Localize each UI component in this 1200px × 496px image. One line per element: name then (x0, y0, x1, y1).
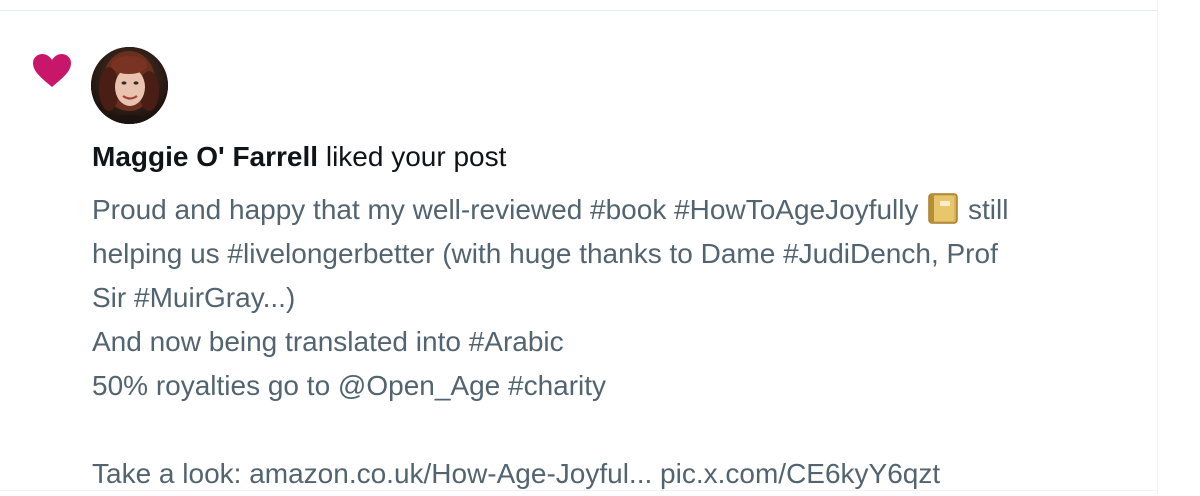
action-text: liked your post (318, 141, 507, 172)
post-line-3: Sir #MuirGray...) (92, 282, 296, 313)
user-name-link[interactable]: Maggie O' Farrell (92, 141, 318, 172)
avatar[interactable] (91, 47, 168, 124)
bottom-divider (0, 490, 1158, 491)
post-line-1-start: Proud and happy that my well-reviewed #b… (92, 194, 927, 225)
post-line-2: helping us #livelongerbetter (with huge … (92, 238, 998, 269)
post-text[interactable]: Proud and happy that my well-reviewed #b… (92, 188, 1152, 496)
avatar-photo (91, 47, 168, 124)
notifications-panel: Maggie O' Farrell liked your post Proud … (0, 0, 1158, 494)
post-blank-line (92, 408, 1152, 452)
post-line-1-end: still (960, 194, 1009, 225)
post-line-1: Proud and happy that my well-reviewed #b… (92, 188, 1152, 232)
post-line-4: And now being translated into #Arabic (92, 326, 564, 357)
heart-icon (33, 54, 71, 87)
notification-headline: Maggie O' Farrell liked your post (92, 139, 506, 175)
book-emoji-icon (928, 193, 958, 224)
like-notification[interactable]: Maggie O' Farrell liked your post Proud … (0, 11, 1158, 490)
post-line-5: 50% royalties go to @Open_Age #charity (92, 370, 607, 401)
